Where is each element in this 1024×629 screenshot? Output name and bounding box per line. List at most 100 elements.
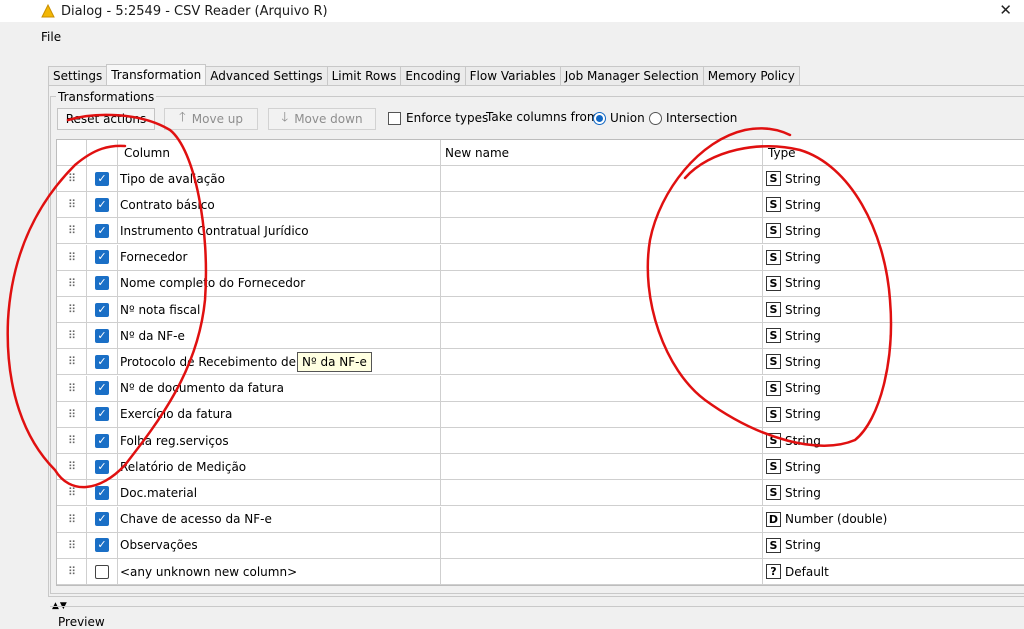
row-checkbox-cell[interactable]: ✓ [87, 192, 118, 218]
intersection-radio[interactable]: Intersection [649, 111, 737, 125]
intersection-radio-dot[interactable] [649, 111, 662, 125]
drag-handle-icon[interactable]: ⠿ [57, 166, 87, 191]
new-name-cell[interactable] [441, 244, 763, 270]
table-row[interactable]: ⠿ ✓ Contrato básico S String [57, 192, 1024, 219]
row-checkbox[interactable]: ✓ [95, 407, 109, 422]
row-checkbox-cell[interactable]: ✓ [87, 349, 118, 375]
new-name-cell[interactable] [441, 349, 763, 375]
tab-limit-rows[interactable]: Limit Rows [326, 66, 402, 86]
table-row[interactable]: ⠿ ✓ Instrumento Contratual Jurídico S String [57, 218, 1024, 245]
header-new-name[interactable]: New name [441, 140, 763, 165]
drag-handle-icon[interactable]: ⠿ [57, 297, 87, 322]
table-row[interactable]: ⠿ ✓ Protocolo de Recebimento de Nota S Strin… [57, 349, 1024, 376]
table-row[interactable]: ⠿ ✓ Folha reg.serviços S String [57, 428, 1024, 454]
menu-file[interactable]: File [41, 30, 61, 44]
close-icon[interactable]: ✕ [999, 1, 1012, 19]
row-checkbox[interactable]: ✓ [95, 433, 109, 448]
header-type[interactable]: Type [763, 140, 1024, 165]
tab-encoding[interactable]: Encoding [400, 66, 466, 86]
row-checkbox-cell[interactable]: ✓ [87, 166, 118, 191]
row-checkbox[interactable]: ✓ [95, 328, 109, 343]
drag-handle-icon[interactable]: ⠿ [57, 559, 87, 584]
table-row[interactable]: ⠿ ✓ Nº da NF-e S String [57, 323, 1024, 350]
row-checkbox-cell[interactable]: ✓ [87, 270, 118, 296]
row-checkbox-cell[interactable]: ✓ [87, 323, 118, 349]
new-name-cell[interactable] [441, 323, 763, 349]
table-row[interactable]: ⠿ ✓ Nº de documento da fatura S String [57, 375, 1024, 402]
row-checkbox[interactable]: ✓ [95, 381, 109, 396]
row-checkbox-cell[interactable]: ✓ [87, 218, 118, 244]
type-cell[interactable]: ? Default [763, 559, 1024, 584]
row-checkbox-cell[interactable]: ✓ [87, 244, 118, 270]
new-name-cell[interactable] [441, 270, 763, 296]
enforce-types-checkbox[interactable]: Enforce types [388, 111, 488, 125]
tab-advanced-settings[interactable]: Advanced Settings [205, 66, 328, 86]
row-checkbox[interactable]: ✓ [95, 250, 109, 265]
new-name-cell[interactable] [441, 532, 763, 558]
table-row[interactable]: ⠿ ✓ Doc.material S String [57, 480, 1024, 507]
drag-handle-icon[interactable]: ⠿ [57, 270, 87, 296]
drag-handle-icon[interactable]: ⠿ [57, 218, 87, 244]
type-cell[interactable]: S String [763, 218, 1024, 243]
type-cell[interactable]: S String [763, 323, 1024, 348]
union-radio-dot[interactable] [593, 111, 606, 125]
drag-handle-icon[interactable]: ⠿ [57, 506, 87, 532]
tab-settings[interactable]: Settings [48, 66, 108, 86]
reset-actions-button[interactable]: Reset actions [57, 108, 155, 130]
new-name-cell[interactable] [441, 480, 763, 506]
drag-handle-icon[interactable]: ⠿ [57, 375, 87, 401]
tab-flow-variables[interactable]: Flow Variables [464, 66, 561, 86]
new-name-cell[interactable] [441, 166, 763, 191]
type-cell[interactable]: S String [763, 166, 1024, 191]
table-row[interactable]: ⠿ ✓ Observações S String [57, 532, 1024, 559]
row-checkbox-cell[interactable]: ✓ [87, 297, 118, 322]
row-checkbox-cell[interactable]: ✓ [87, 532, 118, 558]
row-checkbox[interactable]: ✓ [95, 276, 109, 291]
move-up-button[interactable]: 🡑 Move up [164, 108, 258, 130]
table-row[interactable]: ⠿ ✓ Nº nota fiscal S String [57, 297, 1024, 323]
row-checkbox-cell[interactable]: ✓ [87, 401, 118, 427]
table-row[interactable]: ⠿ ✓ Chave de acesso da NF-e D Number (double… [57, 506, 1024, 533]
table-row[interactable]: ⠿ ✓ Tipo de avaliação S String [57, 166, 1024, 192]
type-cell[interactable]: S String [763, 402, 1024, 427]
drag-handle-icon[interactable]: ⠿ [57, 323, 87, 349]
drag-handle-icon[interactable]: ⠿ [57, 244, 87, 270]
type-cell[interactable]: S String [763, 271, 1024, 296]
new-name-cell[interactable] [441, 506, 763, 532]
drag-handle-icon[interactable]: ⠿ [57, 480, 87, 506]
row-checkbox[interactable]: ✓ [95, 197, 109, 212]
type-cell[interactable]: S String [763, 376, 1024, 401]
row-checkbox[interactable]: ✓ [95, 354, 109, 369]
drag-handle-icon[interactable]: ⠿ [57, 428, 87, 453]
header-column[interactable]: Column [118, 140, 441, 165]
new-name-cell[interactable] [441, 559, 763, 584]
table-row[interactable]: ⠿ ✓ Relatório de Medição S String [57, 454, 1024, 481]
type-cell[interactable]: S String [763, 428, 1024, 453]
new-name-cell[interactable] [441, 454, 763, 480]
type-cell[interactable]: S String [763, 297, 1024, 322]
type-cell[interactable]: S String [763, 192, 1024, 217]
type-cell[interactable]: S String [763, 454, 1024, 479]
new-name-cell[interactable] [441, 401, 763, 427]
row-checkbox[interactable]: ✓ [95, 302, 109, 317]
row-checkbox-cell[interactable]: ✓ [87, 480, 118, 506]
type-cell[interactable]: S String [763, 480, 1024, 505]
new-name-cell[interactable] [441, 218, 763, 244]
row-checkbox-cell[interactable]: ✓ [87, 375, 118, 401]
row-checkbox[interactable]: ✓ [95, 485, 109, 500]
row-checkbox-cell[interactable]: ✓ [87, 506, 118, 532]
row-checkbox-cell[interactable]: ✓ [87, 454, 118, 480]
tab-transformation[interactable]: Transformation [106, 64, 207, 85]
drag-handle-icon[interactable]: ⠿ [57, 401, 87, 427]
table-row[interactable]: ⠿ ✓ Fornecedor S String [57, 244, 1024, 271]
new-name-cell[interactable] [441, 192, 763, 218]
row-checkbox-cell[interactable]: ✓ [87, 428, 118, 453]
type-cell[interactable]: S String [763, 533, 1024, 558]
type-cell[interactable]: S String [763, 349, 1024, 374]
new-name-cell[interactable] [441, 297, 763, 322]
drag-handle-icon[interactable]: ⠿ [57, 532, 87, 558]
tab-memory-policy[interactable]: Memory Policy [702, 66, 800, 86]
row-checkbox[interactable] [95, 564, 109, 579]
row-checkbox[interactable]: ✓ [95, 223, 109, 238]
row-checkbox-cell[interactable] [87, 559, 118, 584]
